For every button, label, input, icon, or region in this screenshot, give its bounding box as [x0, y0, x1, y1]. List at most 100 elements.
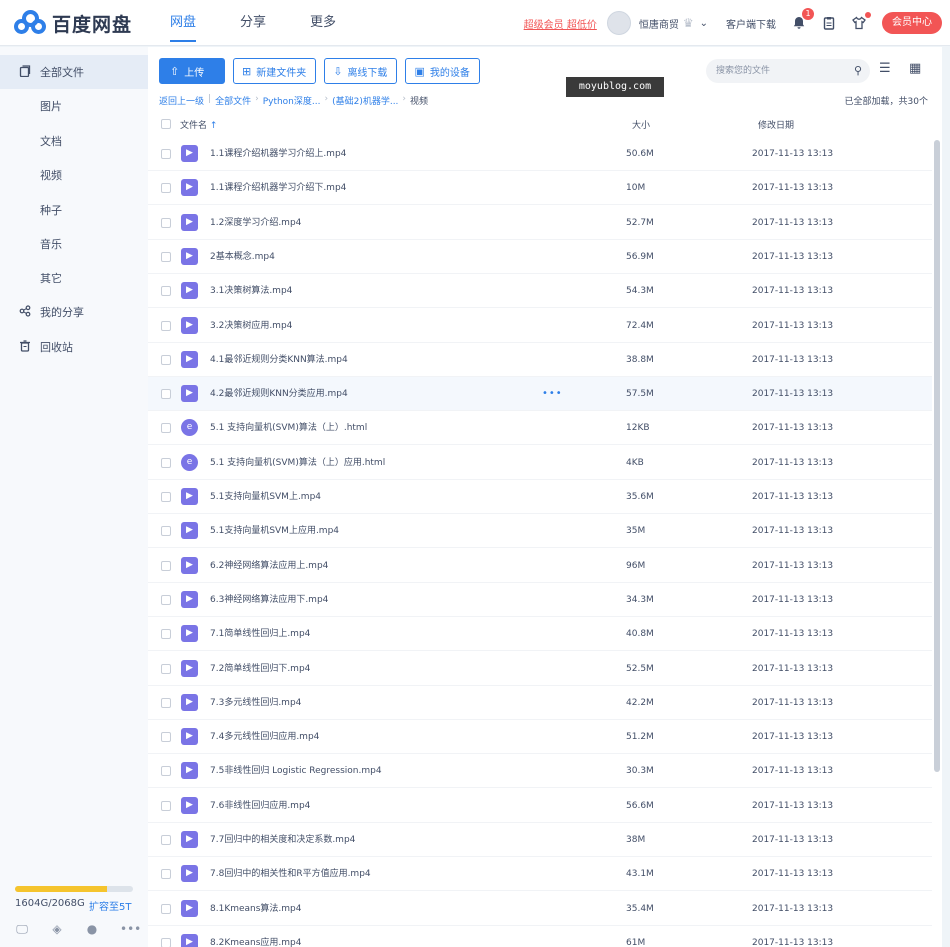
logo[interactable]: 百度网盘: [14, 10, 132, 36]
nav-share[interactable]: 分享: [230, 0, 276, 46]
row-checkbox[interactable]: [161, 149, 171, 159]
file-name[interactable]: 6.3神经网络算法应用下.mp4: [210, 583, 328, 617]
row-checkbox[interactable]: [161, 286, 171, 297]
tshirt-icon[interactable]: [850, 12, 871, 32]
file-name[interactable]: 4.1最邻近规则分类KNN算法.mp4: [210, 343, 348, 377]
row-checkbox[interactable]: [161, 835, 171, 845]
new-folder-button[interactable]: ⊞ 新建文件夹: [233, 58, 317, 84]
sidebar-item-music[interactable]: 音乐: [0, 227, 148, 261]
vip-center-button[interactable]: 会员中心: [882, 12, 942, 34]
row-checkbox[interactable]: [161, 903, 171, 914]
sidebar-item-my-shares[interactable]: 我的分享: [0, 295, 148, 329]
table-row[interactable]: ▶ 4.1最邻近规则分类KNN算法.mp4 38.8M 2017-11-13 13:1…: [148, 343, 932, 377]
row-checkbox[interactable]: [161, 354, 171, 365]
table-row[interactable]: ▶ 3.2决策树应用.mp4 72.4M 2017-11-13 13:13: [148, 309, 932, 343]
row-checkbox[interactable]: [161, 629, 171, 640]
table-row[interactable]: ▶ 5.1支持向量机SVM上应用.mp4 35M 2017-11-13 13:13: [148, 514, 932, 549]
promo-link[interactable]: 超级会员 超低价: [524, 16, 597, 31]
column-name-header[interactable]: 文件名 ↑: [180, 118, 217, 131]
apple-icon[interactable]: ●: [85, 922, 99, 937]
nav-more[interactable]: 更多: [300, 0, 346, 46]
table-row[interactable]: ▶ 7.8回归中的相关性和R平方值应用.mp4 43.1M 2017-11-13 13…: [148, 857, 932, 892]
row-checkbox[interactable]: [161, 732, 171, 743]
file-name[interactable]: 8.2Kmeans应用.mp4: [210, 926, 302, 947]
file-name[interactable]: 7.2简单线性回归下.mp4: [210, 652, 310, 686]
file-name[interactable]: 7.4多元线性回归应用.mp4: [210, 720, 319, 754]
file-name[interactable]: 7.1简单线性回归上.mp4: [210, 617, 310, 651]
table-row[interactable]: ▶ 6.3神经网络算法应用下.mp4 34.3M 2017-11-13 13:13: [148, 583, 932, 617]
sidebar-item-all-files[interactable]: 全部文件: [0, 55, 148, 89]
table-row[interactable]: ▶ 7.6非线性回归应用.mp4 56.6M 2017-11-13 13:13: [148, 789, 932, 823]
table-row[interactable]: ▶ 5.1支持向量机SVM上.mp4 35.6M 2017-11-13 13:13: [148, 480, 932, 514]
sidebar-item-videos[interactable]: 视频: [0, 158, 148, 192]
row-checkbox[interactable]: [161, 457, 171, 468]
breadcrumb-item[interactable]: Python深度...: [263, 94, 321, 107]
row-checkbox[interactable]: [161, 594, 171, 605]
row-checkbox[interactable]: [161, 697, 171, 708]
android-icon[interactable]: ◈: [50, 922, 64, 937]
file-name[interactable]: 8.1Kmeans算法.mp4: [210, 892, 302, 926]
file-name[interactable]: 6.2神经网络算法应用上.mp4: [210, 549, 328, 583]
sidebar-item-documents[interactable]: 文档: [0, 124, 148, 158]
row-checkbox[interactable]: [161, 766, 171, 777]
breadcrumb-item[interactable]: (基础2)机器学...: [332, 94, 398, 107]
search-icon[interactable]: ⚲: [854, 64, 862, 77]
breadcrumb-back[interactable]: 返回上一级: [159, 94, 204, 107]
avatar[interactable]: [606, 11, 631, 35]
file-name[interactable]: 2基本概念.mp4: [210, 240, 275, 274]
expand-storage-link[interactable]: 扩容至5T: [89, 898, 131, 913]
sort-icon[interactable]: ☰: [879, 61, 891, 76]
file-name[interactable]: 5.1 支持向量机(SVM)算法（上）.html: [210, 411, 367, 445]
more-actions-icon[interactable]: •••: [542, 377, 563, 411]
file-name[interactable]: 1.1课程介绍机器学习介绍下.mp4: [210, 171, 346, 205]
table-row[interactable]: ▶ 1.1课程介绍机器学习介绍上.mp4 50.6M 2017-11-13 13:13: [148, 137, 932, 171]
sidebar-item-images[interactable]: 图片: [0, 89, 148, 123]
table-row[interactable]: ▶ 7.3多元线性回归.mp4 42.2M 2017-11-13 13:13: [148, 686, 932, 720]
table-row[interactable]: ▶ 7.5非线性回归 Logistic Regression.mp4 30.3M 20…: [148, 754, 932, 789]
table-row[interactable]: ▶ 7.1简单线性回归上.mp4 40.8M 2017-11-13 13:13: [148, 617, 932, 652]
nav-netdisk[interactable]: 网盘: [160, 0, 206, 46]
file-name[interactable]: 7.3多元线性回归.mp4: [210, 686, 301, 720]
chevron-down-icon[interactable]: ⌄: [700, 18, 708, 29]
file-name[interactable]: 1.1课程介绍机器学习介绍上.mp4: [210, 137, 346, 171]
row-checkbox[interactable]: [161, 183, 171, 194]
bell-icon[interactable]: 1: [790, 8, 814, 32]
table-row[interactable]: ▶ 8.2Kmeans应用.mp4 61M 2017-11-13 13:13: [148, 926, 932, 947]
table-row[interactable]: ▶ 2基本概念.mp4 56.9M 2017-11-13 13:13: [148, 240, 932, 274]
row-checkbox[interactable]: [161, 869, 171, 880]
row-checkbox[interactable]: [161, 800, 171, 811]
column-date-header[interactable]: 修改日期: [758, 118, 794, 131]
file-name[interactable]: 5.1支持向量机SVM上应用.mp4: [210, 514, 339, 548]
row-checkbox[interactable]: [161, 663, 171, 674]
sidebar-item-recycle-bin[interactable]: 回收站: [0, 330, 148, 364]
row-checkbox[interactable]: [161, 560, 171, 571]
file-name[interactable]: 7.8回归中的相关性和R平方值应用.mp4: [210, 857, 371, 891]
table-row[interactable]: ▶ 6.2神经网络算法应用上.mp4 96M 2017-11-13 13:13: [148, 549, 932, 583]
row-checkbox[interactable]: [161, 389, 171, 400]
file-name[interactable]: 3.2决策树应用.mp4: [210, 309, 292, 343]
row-checkbox[interactable]: [161, 251, 171, 262]
row-checkbox[interactable]: [161, 217, 171, 228]
sidebar-item-other[interactable]: 其它: [0, 261, 148, 295]
table-row[interactable]: ▶ 1.1课程介绍机器学习介绍下.mp4 10M 2017-11-13 13:13: [148, 171, 932, 206]
breadcrumb-item[interactable]: 全部文件: [215, 94, 251, 107]
username[interactable]: 恒唐商贸: [639, 16, 679, 31]
table-row[interactable]: ▶ 1.2深度学习介绍.mp4 52.7M 2017-11-13 13:13: [148, 206, 932, 240]
table-row[interactable]: ▶ 8.1Kmeans算法.mp4 35.4M 2017-11-13 13:13: [148, 892, 932, 926]
row-checkbox[interactable]: [161, 492, 171, 502]
row-checkbox[interactable]: [161, 526, 171, 537]
desktop-icon[interactable]: 🖵: [15, 922, 29, 937]
column-size-header[interactable]: 大小: [632, 118, 650, 131]
select-all-checkbox[interactable]: [161, 119, 171, 129]
grid-view-icon[interactable]: ▦: [909, 61, 921, 76]
row-checkbox[interactable]: [161, 320, 171, 331]
table-row[interactable]: ▶ 7.7回归中的相关度和决定系数.mp4 38M 2017-11-13 13:13: [148, 823, 932, 857]
file-name[interactable]: 7.5非线性回归 Logistic Regression.mp4: [210, 754, 382, 788]
search-input[interactable]: [716, 59, 844, 83]
file-name[interactable]: 7.6非线性回归应用.mp4: [210, 789, 310, 823]
scrollbar[interactable]: [934, 140, 940, 772]
clipboard-icon[interactable]: [820, 14, 838, 32]
file-name[interactable]: 7.7回归中的相关度和决定系数.mp4: [210, 823, 355, 857]
file-name[interactable]: 3.1决策树算法.mp4: [210, 274, 292, 308]
row-checkbox[interactable]: [161, 423, 171, 434]
